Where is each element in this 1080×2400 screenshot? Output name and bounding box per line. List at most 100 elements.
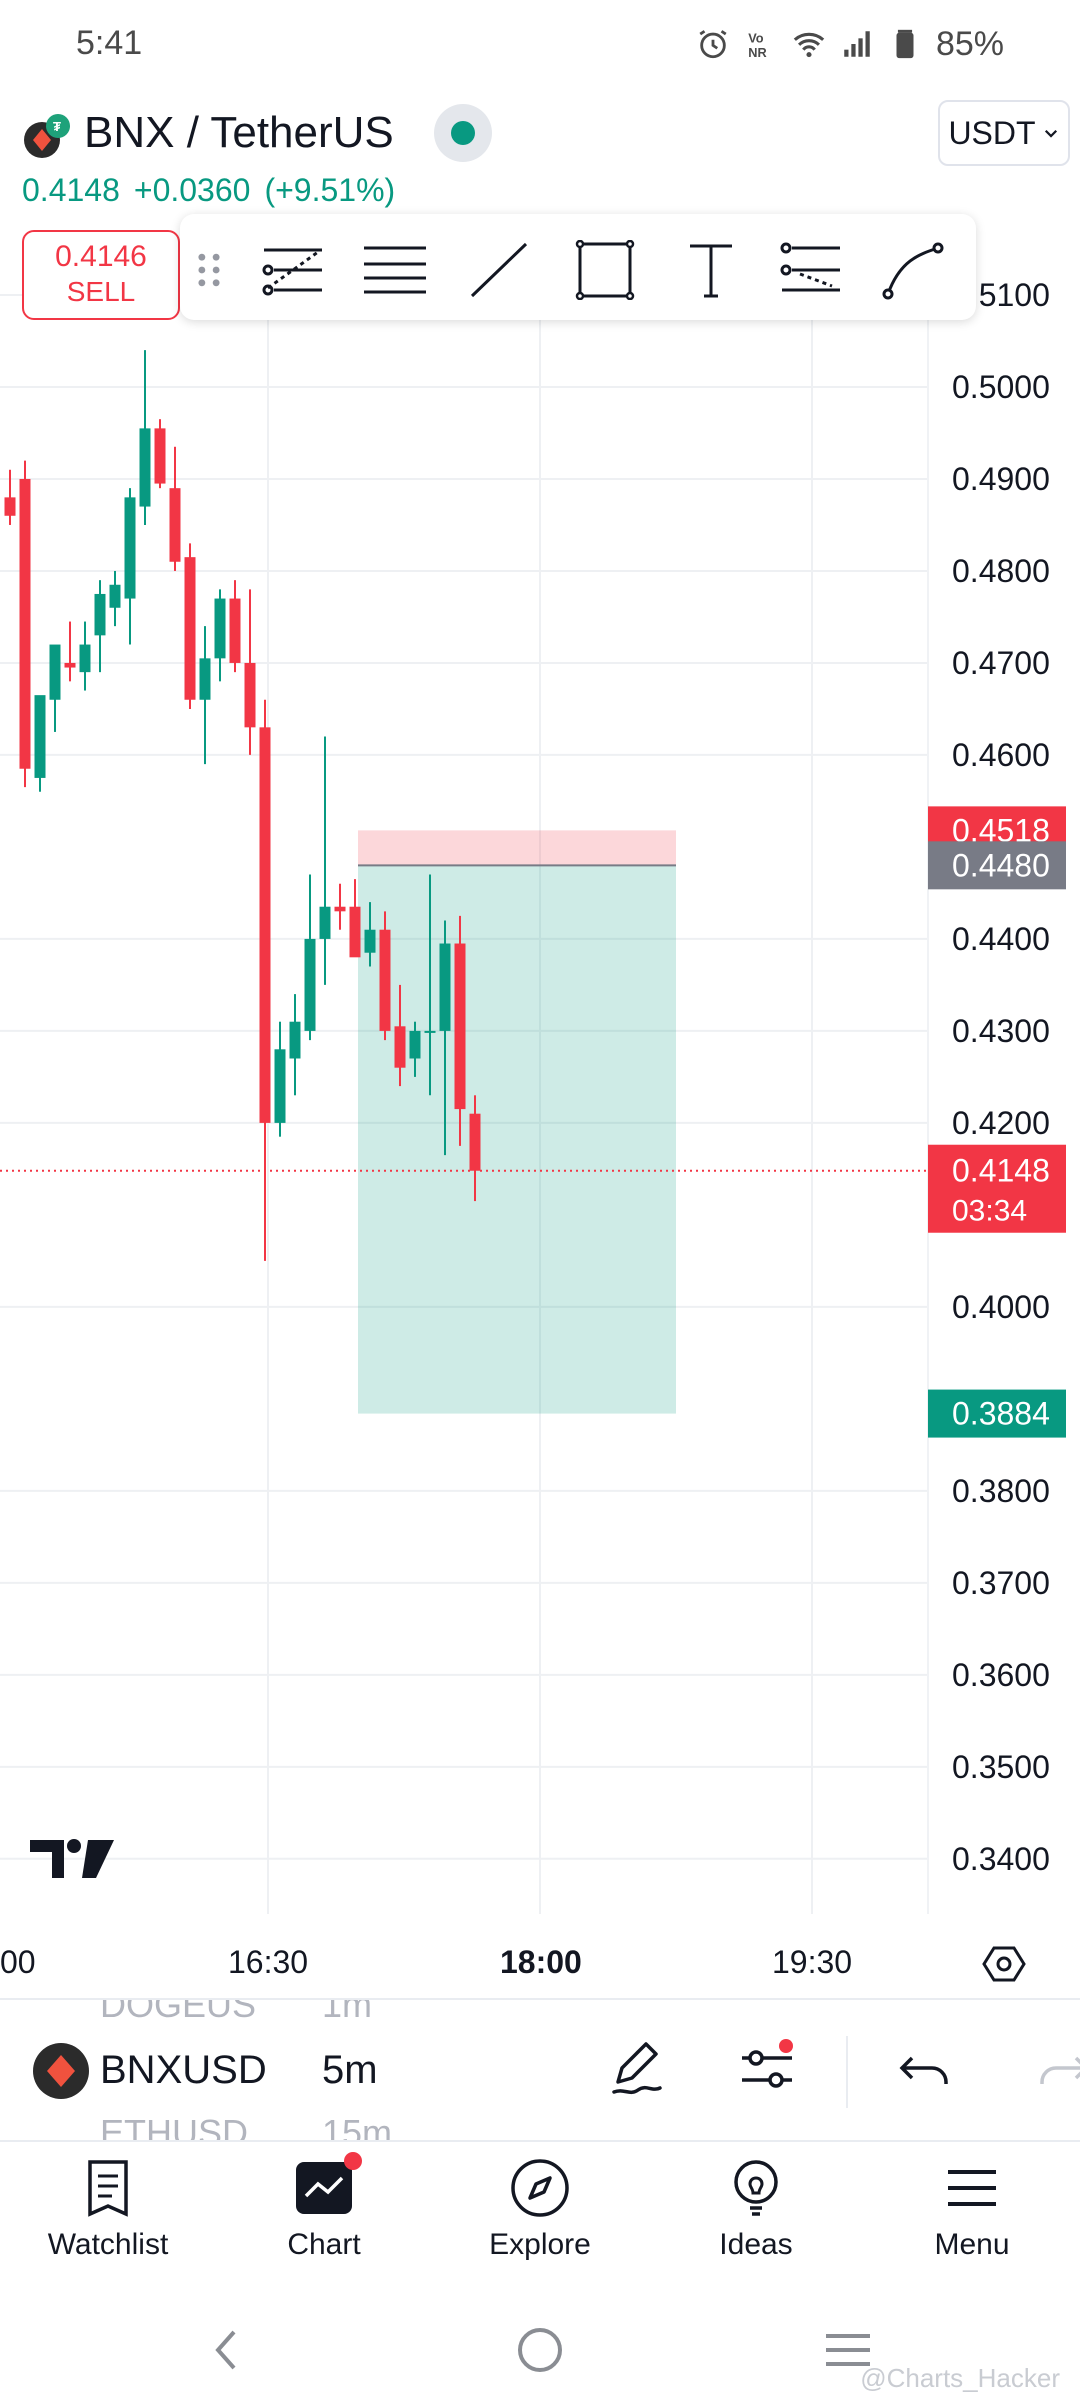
prev-symbol: DOGEUS — [100, 1998, 257, 2025]
time-tick-label: 16:30 — [228, 1944, 309, 1980]
symbol-title[interactable]: BNX / TetherUS — [84, 108, 394, 158]
text-icon[interactable] — [678, 240, 744, 300]
candle-body — [169, 488, 181, 562]
wifi-icon — [793, 32, 825, 58]
nav-label: Chart — [287, 2228, 361, 2261]
status-icons: Vo NR 85% — [696, 22, 1004, 66]
back-button[interactable] — [200, 2322, 256, 2378]
alarm-icon — [699, 30, 727, 59]
prev-interval: 1m — [322, 1998, 373, 2025]
candle-body — [79, 644, 91, 673]
price-tick-label: 0.4800 — [952, 553, 1050, 589]
volte-icon: VoNR — [748, 31, 766, 60]
tradingview-logo — [30, 1839, 114, 1878]
nav-explore[interactable]: Explore — [460, 2156, 620, 2286]
next-interval: 15m — [322, 2112, 393, 2142]
svg-text:NR: NR — [748, 45, 766, 60]
curve-icon[interactable] — [880, 240, 946, 300]
status-time: 5:41 — [76, 24, 143, 62]
symbol-interval-bar: DOGEUS 1m BNXUSD 5m ETHUSD 15m — [0, 1998, 1080, 2142]
bnx-symbol-icon — [33, 2043, 89, 2099]
candle-body — [124, 497, 136, 599]
long-position-icon[interactable] — [778, 240, 844, 300]
price-tick-label: 0.4300 — [952, 1013, 1050, 1049]
candle-body — [49, 644, 61, 700]
nav-label: Menu — [934, 2228, 1010, 2261]
candle-body — [439, 943, 451, 1031]
sliders-icon — [742, 2039, 793, 2088]
toolbar-divider — [846, 2036, 848, 2108]
trend-line-icon[interactable] — [466, 240, 532, 300]
back-icon — [215, 2330, 236, 2370]
candle-body — [154, 428, 166, 484]
drawing-tools-button[interactable] — [604, 2036, 670, 2102]
nav-chart[interactable]: Chart — [244, 2152, 404, 2286]
bnx-logo-icon: ₮ — [24, 114, 70, 158]
last-price: 0.4148 — [22, 172, 120, 208]
candle-body — [274, 1049, 286, 1123]
bottom-navigation: Watchlist Chart Explore Ideas Menu — [0, 2142, 1080, 2292]
nav-watchlist[interactable]: Watchlist — [28, 2156, 188, 2286]
status-bar: 5:41 Vo NR 85% — [0, 0, 1080, 90]
undo-button[interactable] — [892, 2036, 958, 2102]
lightbulb-icon — [734, 2160, 778, 2216]
rectangle-icon[interactable] — [572, 239, 638, 301]
candle-body — [394, 1026, 406, 1068]
notification-dot — [344, 2152, 362, 2170]
price-tick-label: 0.4400 — [952, 921, 1050, 957]
nav-menu[interactable]: Menu — [892, 2156, 1052, 2286]
undo-icon — [899, 2056, 948, 2084]
chart-settings-icon[interactable] — [980, 1940, 1028, 1988]
candle-body — [424, 1030, 436, 1033]
current-price-text: 0.4148 — [952, 1153, 1050, 1189]
redo-icon — [1040, 2056, 1080, 2084]
redo-button[interactable] — [1030, 2036, 1080, 2102]
horizontal-lines-icon[interactable] — [362, 240, 428, 300]
time-axis[interactable]: 00 16:30 18:00 19:30 — [0, 1920, 1080, 1996]
home-circle-icon — [518, 2328, 562, 2372]
system-navigation-bar: @Charts_Hacker — [0, 2292, 1080, 2400]
nav-label: Watchlist — [47, 2228, 169, 2261]
chart-header: ₮ BNX / TetherUS USDT 0.4148 +0.0360 (+9.5… — [0, 96, 1080, 226]
take-profit-zone — [358, 865, 676, 1414]
price-label-text: 0.3884 — [952, 1396, 1050, 1432]
price-tick-label: 0.4200 — [952, 1105, 1050, 1141]
next-symbol: ETHUSD — [100, 2112, 249, 2142]
candle-body — [64, 662, 76, 668]
compass-icon — [511, 2159, 569, 2217]
candle-body — [259, 727, 271, 1123]
svg-text:₮: ₮ — [53, 119, 61, 134]
candle-body — [4, 497, 16, 516]
home-button[interactable] — [512, 2322, 568, 2378]
candle-body — [214, 598, 226, 659]
currency-dropdown[interactable]: USDT — [938, 100, 1070, 166]
candle-body — [409, 1030, 421, 1059]
interval-selector[interactable]: 5m — [322, 2048, 378, 2093]
candlestick-chart[interactable]: 0.51000.50000.49000.48000.47000.46000.44… — [0, 226, 1080, 1996]
candle-body — [34, 695, 46, 778]
candle-body — [94, 593, 106, 636]
candle-body — [109, 584, 121, 608]
candle-body — [304, 938, 316, 1031]
symbol-selector[interactable]: BNXUSD — [100, 2048, 267, 2093]
market-open-dot — [451, 121, 475, 145]
price-tick-label: 0.5000 — [952, 369, 1050, 405]
price-chart[interactable]: 0.5100 0.5000 0.4900 0.4800 0.4700 0.4600 0.44… — [0, 226, 1080, 1996]
candle-body — [19, 478, 31, 769]
stop-loss-zone — [358, 830, 676, 866]
price-tick-label: 0.3400 — [952, 1841, 1050, 1877]
nav-ideas[interactable]: Ideas — [676, 2156, 836, 2286]
market-status-indicator[interactable] — [434, 104, 492, 162]
sell-button[interactable]: 0.4146 SELL — [22, 230, 180, 320]
candle-body — [454, 943, 466, 1110]
sell-label: SELL — [66, 276, 136, 307]
drag-handle-icon[interactable] — [194, 250, 224, 290]
fib-retracement-icon[interactable] — [260, 240, 326, 300]
candle-body — [139, 428, 151, 507]
price-tick-label: 0.4900 — [952, 461, 1050, 497]
candle-body — [229, 598, 241, 663]
candle-body — [184, 557, 196, 700]
time-tick-label: 19:30 — [772, 1944, 853, 1980]
indicators-button[interactable] — [734, 2036, 800, 2102]
price-tick-label: 0.3800 — [952, 1473, 1050, 1509]
